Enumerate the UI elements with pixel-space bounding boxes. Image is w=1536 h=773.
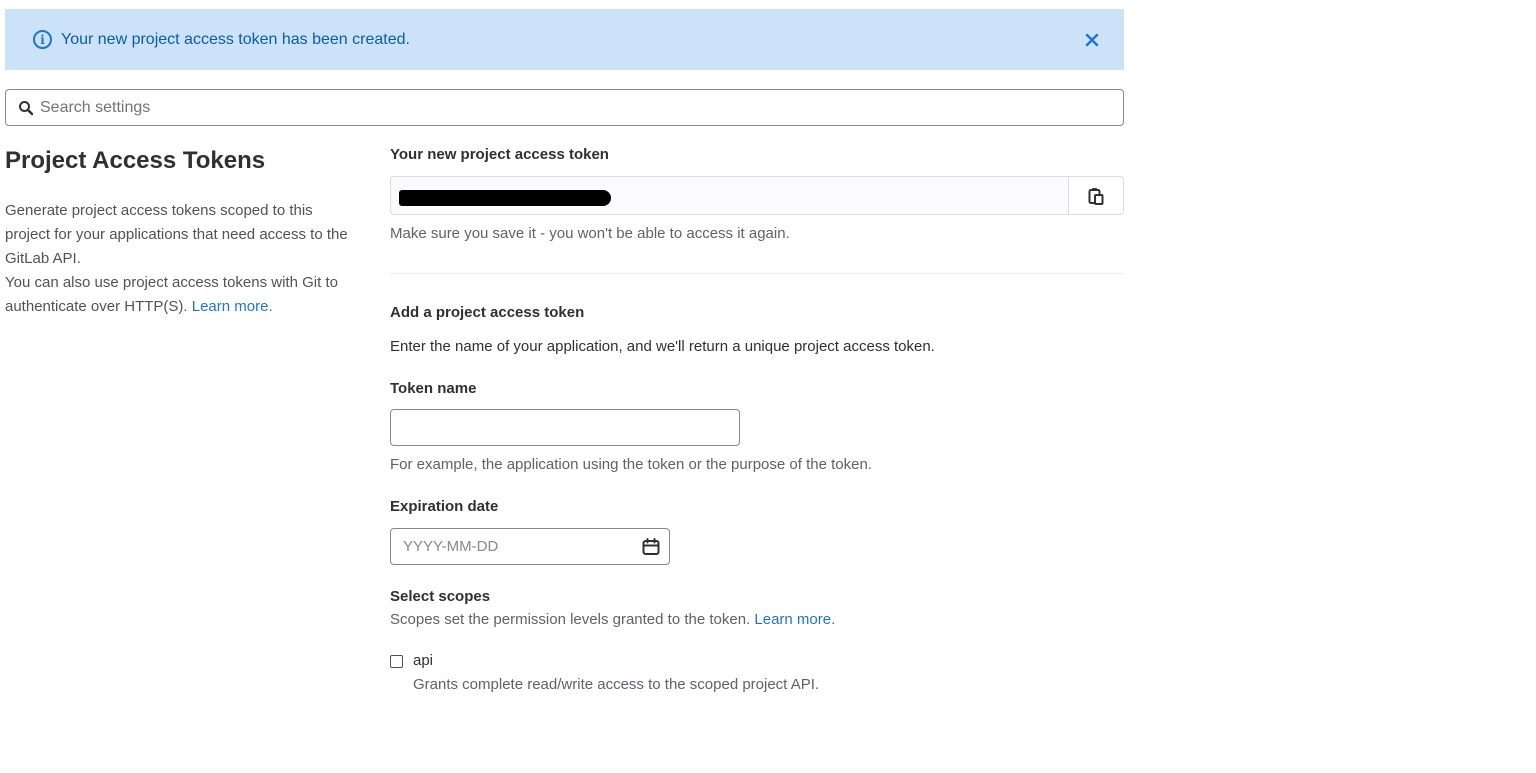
page-title: Project Access Tokens	[5, 147, 266, 174]
select-scopes-label: Select scopes	[390, 588, 491, 605]
scope-api-row: api	[390, 651, 1124, 671]
copy-token-button[interactable]	[1068, 176, 1124, 215]
new-token-help: Make sure you save it - you won't be abl…	[390, 225, 790, 242]
section-info-text-1: Generate project access tokens scoped to…	[5, 202, 348, 267]
expiration-date-picker	[390, 528, 670, 565]
expiration-date-label: Expiration date	[390, 498, 499, 515]
alert-message: Your new project access token has been c…	[61, 30, 410, 48]
token-name-help: For example, the application using the t…	[390, 456, 872, 473]
clipboard-icon	[1088, 187, 1104, 205]
section-info: Generate project access tokens scoped to…	[5, 199, 360, 319]
add-token-heading: Add a project access token	[390, 304, 585, 321]
scope-api-label[interactable]: api	[413, 651, 433, 671]
search-icon	[19, 100, 34, 115]
settings-page: i Your new project access token has been…	[0, 0, 1536, 773]
search-settings-box	[5, 89, 1124, 126]
scope-api-checkbox[interactable]	[390, 654, 403, 668]
token-form-area: Your new project access token Make sure …	[390, 145, 1124, 695]
search-settings-input[interactable]	[40, 98, 1040, 117]
scope-api-description: Grants complete read/write access to the…	[413, 676, 820, 693]
learn-more-link[interactable]: Learn more.	[192, 298, 273, 315]
info-icon: i	[33, 30, 52, 49]
scopes-help-text: Scopes set the permission levels granted…	[390, 611, 751, 628]
dismiss-alert-button[interactable]	[1082, 30, 1102, 50]
new-token-group	[390, 176, 1124, 215]
token-name-input[interactable]	[390, 409, 740, 446]
new-token-field[interactable]	[390, 176, 1068, 215]
token-name-label: Token name	[390, 380, 477, 397]
new-token-label: Your new project access token	[390, 146, 609, 163]
section-info-text-2: You can also use project access tokens w…	[5, 274, 338, 315]
success-alert: i Your new project access token has been…	[5, 9, 1124, 70]
section-description: Project Access Tokens Generate project a…	[5, 145, 360, 319]
add-token-description: Enter the name of your application, and …	[390, 338, 935, 355]
scopes-learn-more-link[interactable]: Learn more.	[754, 611, 835, 628]
scopes-help: Scopes set the permission levels granted…	[390, 610, 1124, 630]
calendar-icon[interactable]	[642, 538, 660, 556]
divider	[390, 273, 1124, 274]
redacted-token	[399, 190, 611, 206]
close-icon	[1085, 33, 1099, 46]
expiration-date-input[interactable]	[391, 529, 621, 564]
